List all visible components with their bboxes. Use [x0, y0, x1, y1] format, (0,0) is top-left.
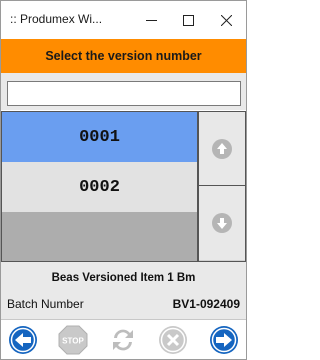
stop-button[interactable]: STOP [56, 323, 90, 357]
scroll-controls [198, 111, 246, 262]
info-panel: Beas Versioned Item 1 Bm Batch Number BV… [1, 262, 246, 319]
forward-arrow-icon [210, 326, 238, 354]
list-item[interactable]: 0001 [2, 112, 197, 162]
arrow-down-icon [212, 213, 232, 233]
scroll-up-button[interactable] [199, 112, 245, 186]
page-header: Select the version number [1, 39, 246, 73]
stop-icon: STOP [58, 325, 88, 355]
title-bar: :: Produmex Wi... [1, 1, 246, 39]
list-item[interactable]: 0002 [2, 162, 197, 212]
bottom-toolbar: STOP [1, 319, 246, 359]
maximize-button[interactable] [169, 1, 207, 39]
arrow-up-icon [212, 138, 232, 159]
forward-button[interactable] [207, 323, 241, 357]
back-arrow-icon [9, 326, 37, 354]
maximize-icon [182, 14, 194, 26]
app-window: :: Produmex Wi... Select the version num… [0, 0, 247, 360]
refresh-button[interactable] [106, 323, 140, 357]
cancel-button[interactable] [156, 323, 190, 357]
list-item-empty [2, 212, 197, 261]
window-title: :: Produmex Wi... [10, 12, 103, 26]
scroll-down-button[interactable] [199, 186, 245, 260]
minimize-icon [145, 19, 157, 21]
refresh-icon [113, 329, 133, 351]
minimize-button[interactable] [132, 1, 170, 39]
version-list: 0001 0002 [1, 111, 198, 262]
back-button[interactable] [6, 323, 40, 357]
cancel-icon [159, 326, 187, 354]
search-input[interactable] [7, 81, 241, 106]
close-icon [220, 14, 232, 26]
item-description: Beas Versioned Item 1 Bm [51, 272, 196, 284]
batch-number-value: BV1-092409 [172, 297, 240, 311]
close-button[interactable] [207, 1, 245, 39]
batch-number-label: Batch Number [7, 297, 84, 311]
stop-label: STOP [62, 337, 84, 346]
page-title: Select the version number [45, 49, 202, 63]
